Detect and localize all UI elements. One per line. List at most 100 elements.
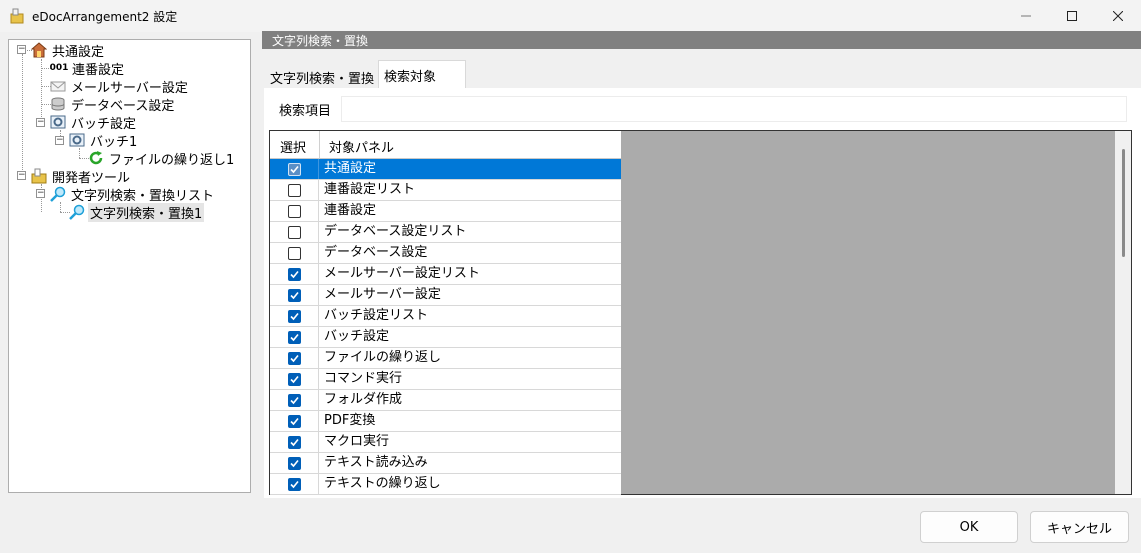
row-checkbox[interactable]: [287, 435, 301, 449]
row-checkbox[interactable]: [287, 330, 301, 344]
table-row[interactable]: データベース設定: [270, 243, 621, 264]
target-panel-grid[interactable]: 選択 対象パネル 共通設定連番設定リスト 連番設定データベース設定リスト データベー…: [269, 130, 1132, 495]
select-cell: [270, 180, 319, 200]
row-checkbox[interactable]: [287, 267, 301, 281]
tree-item-database[interactable]: データベース設定: [50, 95, 176, 114]
tree-item-batch-settings[interactable]: バッチ設定: [50, 113, 138, 132]
row-checkbox[interactable]: [287, 288, 301, 302]
tree-item-developer-tools[interactable]: 開発者ツール: [31, 167, 132, 186]
magnifier-icon: [69, 204, 85, 220]
check-icon: [289, 291, 299, 299]
target-panel-cell: ファイルの繰り返し: [324, 350, 442, 365]
maximize-icon: [1067, 11, 1077, 21]
select-cell: [270, 348, 319, 368]
target-panel-cell: PDF変換: [324, 413, 376, 428]
search-field-input[interactable]: [341, 96, 1127, 122]
row-checkbox[interactable]: [287, 414, 301, 428]
grid-header: 選択 対象パネル: [270, 131, 621, 159]
row-checkbox[interactable]: [287, 204, 301, 218]
select-cell: [270, 285, 319, 305]
tree-item-common-settings[interactable]: 共通設定: [31, 41, 106, 60]
vertical-scrollbar[interactable]: [1115, 131, 1131, 494]
tree-item-mail-server[interactable]: メールサーバー設定: [50, 77, 190, 96]
minimize-button[interactable]: [1003, 0, 1049, 32]
row-checkbox[interactable]: [287, 372, 301, 386]
row-checkbox[interactable]: [287, 309, 301, 323]
table-row[interactable]: 連番設定リスト: [270, 180, 621, 201]
row-checkbox[interactable]: [287, 393, 301, 407]
table-row[interactable]: メールサーバー設定リスト: [270, 264, 621, 285]
gear-box-icon: [50, 114, 66, 130]
table-row[interactable]: マクロ実行: [270, 432, 621, 453]
close-button[interactable]: [1095, 0, 1141, 32]
minimize-icon: [1021, 15, 1031, 17]
scrollbar-thumb[interactable]: [1122, 149, 1125, 257]
target-panel-cell: フォルダ作成: [324, 392, 403, 407]
target-panel-cell: データベース設定: [324, 245, 428, 260]
table-row[interactable]: コマンド実行: [270, 369, 621, 390]
table-row[interactable]: ファイルの繰り返し: [270, 348, 621, 369]
target-panel-cell: 連番設定: [324, 203, 377, 218]
tree-collapse-toggle[interactable]: −: [36, 118, 45, 127]
tree-item-file-loop1[interactable]: ファイルの繰り返し1: [88, 149, 236, 168]
column-header-target-panel[interactable]: 対象パネル: [329, 137, 394, 156]
table-row[interactable]: フォルダ作成: [270, 390, 621, 411]
table-row[interactable]: 連番設定: [270, 201, 621, 222]
row-checkbox[interactable]: [287, 225, 301, 239]
tree-item-string-search1[interactable]: 文字列検索・置換1: [69, 202, 205, 222]
target-panel-cell: 連番設定リスト: [324, 182, 416, 197]
settings-tree[interactable]: − − − − − 共通設定 001 連番設定 メールサーバー設定 データベース…: [8, 39, 251, 493]
row-checkbox[interactable]: [287, 477, 301, 491]
close-icon: [1113, 11, 1123, 21]
tree-line: [22, 54, 23, 178]
table-row[interactable]: PDF変換: [270, 411, 621, 432]
tree-line: [79, 148, 80, 158]
target-panel-cell: テキストの繰り返し: [324, 476, 441, 491]
maximize-button[interactable]: [1049, 0, 1095, 32]
magnifier-icon: [50, 186, 66, 202]
folder-tools-icon: [31, 168, 47, 184]
table-row[interactable]: バッチ設定: [270, 327, 621, 348]
target-panel-cell: テキスト読み込み: [324, 455, 428, 470]
panel-header-title: 文字列検索・置換: [272, 34, 369, 48]
row-checkbox[interactable]: [287, 246, 301, 260]
table-row[interactable]: 共通設定: [270, 159, 621, 180]
tab-string-search-replace[interactable]: 文字列検索・置換: [264, 62, 378, 89]
cancel-button[interactable]: キャンセル: [1030, 511, 1129, 543]
tab-search-target[interactable]: 検索対象: [378, 60, 466, 89]
check-icon: [289, 375, 299, 383]
row-checkbox[interactable]: [287, 183, 301, 197]
select-cell: [270, 432, 319, 452]
house-icon: [31, 42, 47, 58]
tree-collapse-toggle[interactable]: −: [55, 136, 64, 145]
table-row[interactable]: バッチ設定リスト: [270, 306, 621, 327]
select-cell: [270, 201, 319, 221]
check-icon: [289, 312, 299, 320]
tree-collapse-toggle[interactable]: −: [17, 171, 26, 180]
select-cell: [270, 369, 319, 389]
tree-collapse-toggle[interactable]: −: [36, 189, 45, 198]
row-checkbox[interactable]: [287, 162, 301, 176]
table-row[interactable]: テキストの繰り返し: [270, 474, 621, 495]
tree-item-string-search-list[interactable]: 文字列検索・置換リスト: [50, 185, 216, 204]
check-icon: [289, 354, 299, 362]
select-cell: [270, 327, 319, 347]
table-row[interactable]: メールサーバー設定: [270, 285, 621, 306]
row-checkbox[interactable]: [287, 351, 301, 365]
folder-icon: [10, 8, 24, 24]
check-icon: [289, 417, 299, 425]
number-001-icon: 001: [49, 63, 69, 73]
target-panel-cell: メールサーバー設定: [324, 287, 441, 302]
row-checkbox[interactable]: [287, 456, 301, 470]
column-header-select[interactable]: 選択: [280, 137, 306, 156]
table-row[interactable]: テキスト読み込み: [270, 453, 621, 474]
target-panel-cell: バッチ設定: [324, 329, 390, 344]
ok-button[interactable]: OK: [920, 511, 1018, 543]
target-panel-cell: データベース設定リスト: [324, 224, 467, 239]
select-cell: [270, 264, 319, 284]
tree-item-serial-number[interactable]: 001 連番設定: [49, 59, 126, 78]
target-panel-cell: マクロ実行: [324, 434, 390, 449]
tree-collapse-toggle[interactable]: −: [17, 45, 26, 54]
table-row[interactable]: データベース設定リスト: [270, 222, 621, 243]
tree-item-batch1[interactable]: バッチ1: [69, 131, 139, 150]
